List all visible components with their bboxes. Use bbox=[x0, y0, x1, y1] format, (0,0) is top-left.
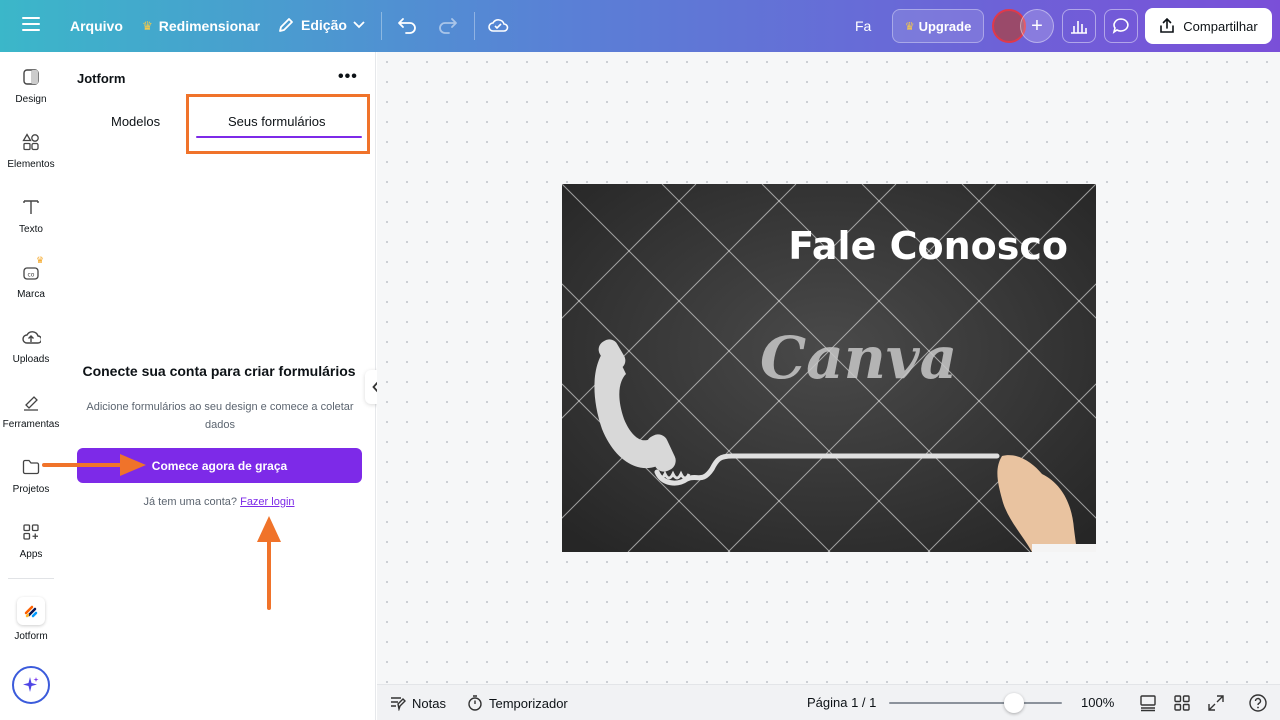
bar-chart-icon bbox=[1071, 21, 1087, 34]
design-page[interactable]: Fale Conosco Canva bbox=[562, 184, 1096, 552]
notes-label: Notas bbox=[412, 695, 446, 711]
tab-templates[interactable]: Modelos bbox=[111, 114, 160, 129]
connect-heading: Conecte sua conta para criar formulários bbox=[82, 363, 356, 379]
brand-icon: co ♛ bbox=[20, 255, 44, 283]
left-rail: Design Elementos Texto co ♛ Marca Uploads… bbox=[0, 52, 62, 720]
rail-item-brand[interactable]: co ♛ Marca bbox=[0, 255, 62, 300]
annotation-highlight-box bbox=[186, 94, 370, 154]
fullscreen-icon[interactable] bbox=[1207, 694, 1225, 712]
help-icon[interactable] bbox=[1248, 693, 1268, 713]
zoom-slider-track[interactable] bbox=[889, 702, 1062, 704]
upgrade-label: Upgrade bbox=[918, 18, 972, 34]
share-label: Compartilhar bbox=[1183, 18, 1258, 34]
crown-icon: ♛ bbox=[904, 20, 915, 33]
redo-icon[interactable] bbox=[438, 16, 458, 34]
rail-item-label: Projetos bbox=[12, 484, 50, 495]
insights-button[interactable] bbox=[1062, 9, 1096, 43]
jotform-icon bbox=[17, 597, 45, 625]
tools-icon bbox=[20, 391, 42, 413]
elements-icon bbox=[20, 131, 42, 153]
login-prompt-text: Já tem uma conta? bbox=[143, 496, 238, 508]
rail-item-apps[interactable]: Apps bbox=[0, 521, 62, 560]
rail-item-text[interactable]: Texto bbox=[0, 196, 62, 235]
zoom-level[interactable]: 100% bbox=[1081, 695, 1114, 710]
rail-item-jotform[interactable]: Jotform bbox=[0, 597, 62, 642]
sparkle-icon bbox=[23, 677, 39, 692]
rail-item-label: Marca bbox=[17, 289, 45, 300]
start-free-label: Comece agora de graça bbox=[151, 458, 288, 473]
login-prompt: Já tem uma conta? Fazer login bbox=[62, 496, 376, 508]
pencil-icon bbox=[279, 18, 293, 32]
timer-button[interactable]: Temporizador bbox=[467, 695, 568, 711]
login-link[interactable]: Fazer login bbox=[240, 496, 294, 508]
notes-icon bbox=[391, 697, 406, 711]
rail-item-label: Design bbox=[15, 94, 47, 105]
bottom-status-bar: Notas Temporizador Página 1 / 1 100% bbox=[377, 684, 1280, 720]
text-icon bbox=[20, 196, 42, 218]
plus-icon: + bbox=[1031, 14, 1043, 37]
jotform-panel: Jotform ••• Modelos Seus formulários Con… bbox=[62, 52, 376, 720]
stopwatch-icon bbox=[468, 695, 482, 711]
resize-button[interactable]: ♛ Redimensionar bbox=[142, 18, 260, 34]
rail-divider bbox=[8, 578, 54, 579]
add-collaborator-button[interactable]: + bbox=[1020, 9, 1054, 43]
rail-item-label: Uploads bbox=[12, 354, 50, 365]
design-icon bbox=[20, 66, 42, 88]
undo-icon[interactable] bbox=[397, 16, 417, 34]
rail-item-uploads[interactable]: Uploads bbox=[0, 326, 62, 365]
share-button[interactable]: Compartilhar bbox=[1145, 8, 1272, 44]
share-icon bbox=[1160, 18, 1175, 33]
annotation-arrow-right bbox=[42, 454, 146, 476]
rail-item-label: Jotform bbox=[14, 631, 48, 642]
cloud-saved-icon[interactable] bbox=[487, 16, 509, 34]
more-options-icon[interactable]: ••• bbox=[338, 68, 358, 86]
file-menu-button[interactable]: Arquivo bbox=[70, 18, 123, 34]
panel-title: Jotform bbox=[77, 71, 126, 86]
page-indicator[interactable]: Página 1 / 1 bbox=[807, 695, 876, 710]
design-headline[interactable]: Fale Conosco bbox=[788, 224, 1068, 268]
crown-icon: ♛ bbox=[142, 19, 153, 33]
folder-icon bbox=[20, 456, 42, 478]
user-initials[interactable]: Fa bbox=[855, 18, 871, 34]
rail-item-label: Ferramentas bbox=[2, 419, 60, 430]
canva-watermark: Canva bbox=[760, 324, 958, 392]
user-initials-text: Fa bbox=[855, 18, 872, 34]
connect-subtext: Adicione formulários ao seu design e com… bbox=[86, 401, 354, 431]
edit-mode-dropdown[interactable]: Edição bbox=[277, 16, 365, 34]
toolbar-divider bbox=[381, 12, 382, 40]
zoom-slider-thumb[interactable] bbox=[1004, 693, 1024, 713]
timer-label: Temporizador bbox=[489, 695, 568, 711]
rail-item-tools[interactable]: Ferramentas bbox=[0, 391, 62, 430]
page-indicator-text: Página 1 / 1 bbox=[807, 695, 877, 710]
rail-item-label: Elementos bbox=[7, 159, 55, 170]
file-menu-label: Arquivo bbox=[70, 18, 123, 34]
page-view-icon[interactable] bbox=[1139, 694, 1157, 712]
crown-icon: ♛ bbox=[36, 255, 45, 265]
notes-button[interactable]: Notas bbox=[390, 695, 446, 711]
zoom-level-text: 100% bbox=[1081, 695, 1115, 710]
upload-icon bbox=[20, 326, 42, 348]
upgrade-button[interactable]: ♛ Upgrade bbox=[892, 9, 984, 43]
top-toolbar: Arquivo ♛ Redimensionar Edição Fa ♛ Upgr… bbox=[0, 0, 1280, 52]
apps-icon bbox=[20, 521, 42, 543]
annotation-arrow-up bbox=[257, 516, 281, 610]
grid-view-icon[interactable] bbox=[1173, 694, 1191, 712]
magic-assistant-button[interactable] bbox=[12, 666, 50, 704]
comments-button[interactable] bbox=[1104, 9, 1138, 43]
rail-item-label: Texto bbox=[19, 224, 43, 235]
rail-item-elements[interactable]: Elementos bbox=[0, 131, 62, 170]
comment-icon bbox=[1112, 18, 1129, 34]
toolbar-divider bbox=[474, 12, 475, 40]
rail-item-design[interactable]: Design bbox=[0, 66, 62, 105]
rail-item-label: Apps bbox=[19, 549, 43, 560]
edit-mode-label: Edição bbox=[301, 17, 347, 33]
resize-label: Redimensionar bbox=[158, 18, 260, 34]
hamburger-icon[interactable] bbox=[22, 16, 40, 32]
chevron-down-icon bbox=[353, 21, 365, 29]
svg-text:co: co bbox=[28, 272, 35, 279]
